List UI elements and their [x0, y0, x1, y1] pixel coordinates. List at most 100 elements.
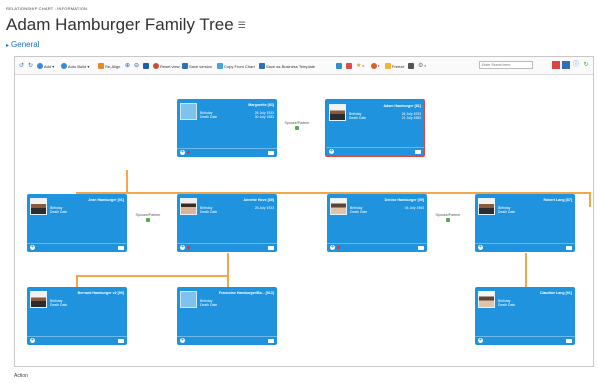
zoom-out-icon: ⊖ — [134, 63, 140, 69]
action-section-label: Action — [14, 373, 28, 379]
status-dot — [337, 246, 340, 249]
person-card-bernard[interactable]: Bernard Hamburger v2 [99] Birthday Death… — [27, 287, 127, 345]
card-footer: + — [27, 336, 127, 345]
star-icon: ★ — [356, 63, 362, 69]
person-card-adam[interactable]: Adam Hamburger [81] Birthday 04 July 193… — [325, 99, 425, 157]
death-label: Death Date — [498, 303, 516, 307]
death-label: Death Date — [350, 210, 368, 214]
section-label: General — [11, 40, 40, 49]
zoom-in-icon: ⊕ — [125, 63, 131, 69]
zoom-out-button[interactable]: ⊖ — [134, 62, 140, 70]
present-button[interactable] — [143, 62, 150, 70]
settings-button[interactable]: ⚙ ▾ — [418, 62, 426, 70]
plus-icon[interactable]: + — [478, 338, 483, 343]
status-icon — [371, 63, 377, 69]
add-button[interactable]: Add ▾ — [37, 62, 54, 70]
person-name: Annette Hove [89] — [243, 198, 274, 202]
person-card-jean[interactable]: Jean Hamburger [91] Birthday Death Date … — [27, 194, 127, 252]
template-icon — [259, 63, 265, 69]
plus-icon[interactable]: + — [30, 338, 35, 343]
refresh-icon[interactable]: ↻ — [582, 61, 590, 69]
card-footer: + — [177, 148, 277, 157]
zoom-in-button[interactable]: ⊕ — [125, 62, 131, 70]
search-input[interactable] — [479, 61, 533, 69]
connector-line — [227, 275, 229, 287]
plus-icon[interactable]: + — [180, 245, 185, 250]
person-card-claudine[interactable]: Claudine Lang [91] Birthday Death Date + — [475, 287, 575, 345]
page-title-text: Adam Hamburger Family Tree — [6, 15, 234, 34]
re-align-button[interactable]: Re-Align — [98, 62, 120, 70]
death-label: Death Date — [50, 210, 68, 214]
person-name: Denise Hamburger [99] — [384, 198, 424, 202]
person-card-robert[interactable]: Robert Lang [87] Birthday Death Date + — [475, 194, 575, 252]
connector-line — [76, 275, 78, 287]
status-button[interactable]: ▾ — [371, 62, 380, 70]
mail-icon[interactable] — [418, 246, 424, 250]
chart-canvas: Spouse/Partner Spouse/Partner Spouse/Par… — [15, 75, 593, 366]
mail-icon[interactable] — [268, 246, 274, 250]
mail-icon[interactable] — [268, 151, 274, 155]
death-label: Death Date — [200, 210, 218, 214]
auto-build-button[interactable]: Auto Build ▾ — [61, 62, 89, 70]
auto-build-icon — [61, 63, 67, 69]
save-version-button[interactable]: Save version — [182, 62, 212, 70]
layout-button[interactable] — [336, 62, 343, 70]
spouse-link: Spouse/Partner — [428, 213, 468, 222]
spouse-icon — [295, 126, 299, 130]
death-value: 30 July 1983 — [254, 115, 274, 119]
favorite-button[interactable]: ★ ▾ — [356, 62, 364, 70]
mail-icon[interactable] — [268, 339, 274, 343]
spouse-icon — [146, 218, 150, 222]
copy-from-chart-button[interactable]: Copy From Chart — [217, 62, 255, 70]
plus-icon[interactable]: + — [329, 149, 334, 154]
save-business-template-button[interactable]: Save as Business Template — [259, 62, 315, 70]
copy-from-chart-label: Copy From Chart — [224, 63, 255, 69]
section-general[interactable]: ▸ General — [6, 40, 39, 49]
mail-icon[interactable] — [415, 150, 421, 154]
status-dot — [187, 151, 190, 154]
chart-toolbar: ↺ ↻ Add ▾ Auto Build ▾ Re-Align ⊕ ⊖ Rese… — [15, 57, 593, 75]
mail-icon[interactable] — [118, 246, 124, 250]
avatar — [478, 198, 495, 215]
spouse-label: Spouse/Partner — [135, 213, 161, 217]
spouse-icon — [446, 218, 450, 222]
plus-icon[interactable]: + — [330, 245, 335, 250]
plus-icon[interactable]: + — [478, 245, 483, 250]
color-button[interactable] — [346, 62, 353, 70]
add-label: Add ▾ — [44, 63, 55, 69]
person-card-francoise[interactable]: Francoise Hamburger/Ba... [913] Birthday… — [177, 287, 277, 345]
avatar — [180, 198, 197, 215]
export-pdf-button[interactable] — [552, 61, 560, 69]
person-card-annette[interactable]: Annette Hove [89] Birthday 26 July 1933 … — [177, 194, 277, 252]
expand-arrow-icon: ▸ — [6, 43, 10, 49]
export-button[interactable] — [562, 61, 570, 69]
list-icon[interactable]: ☰ — [238, 20, 246, 31]
redo-button[interactable]: ↻ — [28, 62, 34, 70]
connector-line — [525, 253, 527, 287]
avatar — [180, 103, 197, 120]
spouse-link: Spouse/Partner — [128, 213, 168, 222]
person-name: Robert Lang [87] — [543, 198, 572, 202]
plus-icon[interactable]: + — [30, 245, 35, 250]
connector-line — [589, 192, 591, 207]
avatar — [329, 104, 346, 121]
plus-icon[interactable]: + — [180, 338, 185, 343]
freeze-label: Freeze — [392, 63, 405, 69]
spouse-label: Spouse/Partner — [435, 213, 461, 217]
mail-icon[interactable] — [566, 339, 572, 343]
person-card-denise[interactable]: Denise Hamburger [99] Birthday 04 July 1… — [327, 194, 427, 252]
chart-frame: ↺ ↻ Add ▾ Auto Build ▾ Re-Align ⊕ ⊖ Rese… — [14, 56, 594, 367]
mail-icon[interactable] — [566, 246, 572, 250]
plus-icon[interactable]: + — [180, 150, 185, 155]
edit-button[interactable] — [408, 62, 415, 70]
freeze-button[interactable]: Freeze — [385, 62, 404, 70]
reset-view-label: Reset view — [160, 63, 180, 69]
info-icon[interactable]: ⓘ — [572, 61, 580, 69]
reset-view-button[interactable]: Reset view — [153, 62, 180, 70]
mail-icon[interactable] — [118, 339, 124, 343]
person-card-marguerite[interactable]: Marguerite [83] Birthday 26 July 1933 De… — [177, 99, 277, 157]
undo-button[interactable]: ↺ — [19, 62, 25, 70]
connector-line — [126, 170, 128, 192]
reset-icon — [153, 63, 159, 69]
card-footer: + — [177, 336, 277, 345]
